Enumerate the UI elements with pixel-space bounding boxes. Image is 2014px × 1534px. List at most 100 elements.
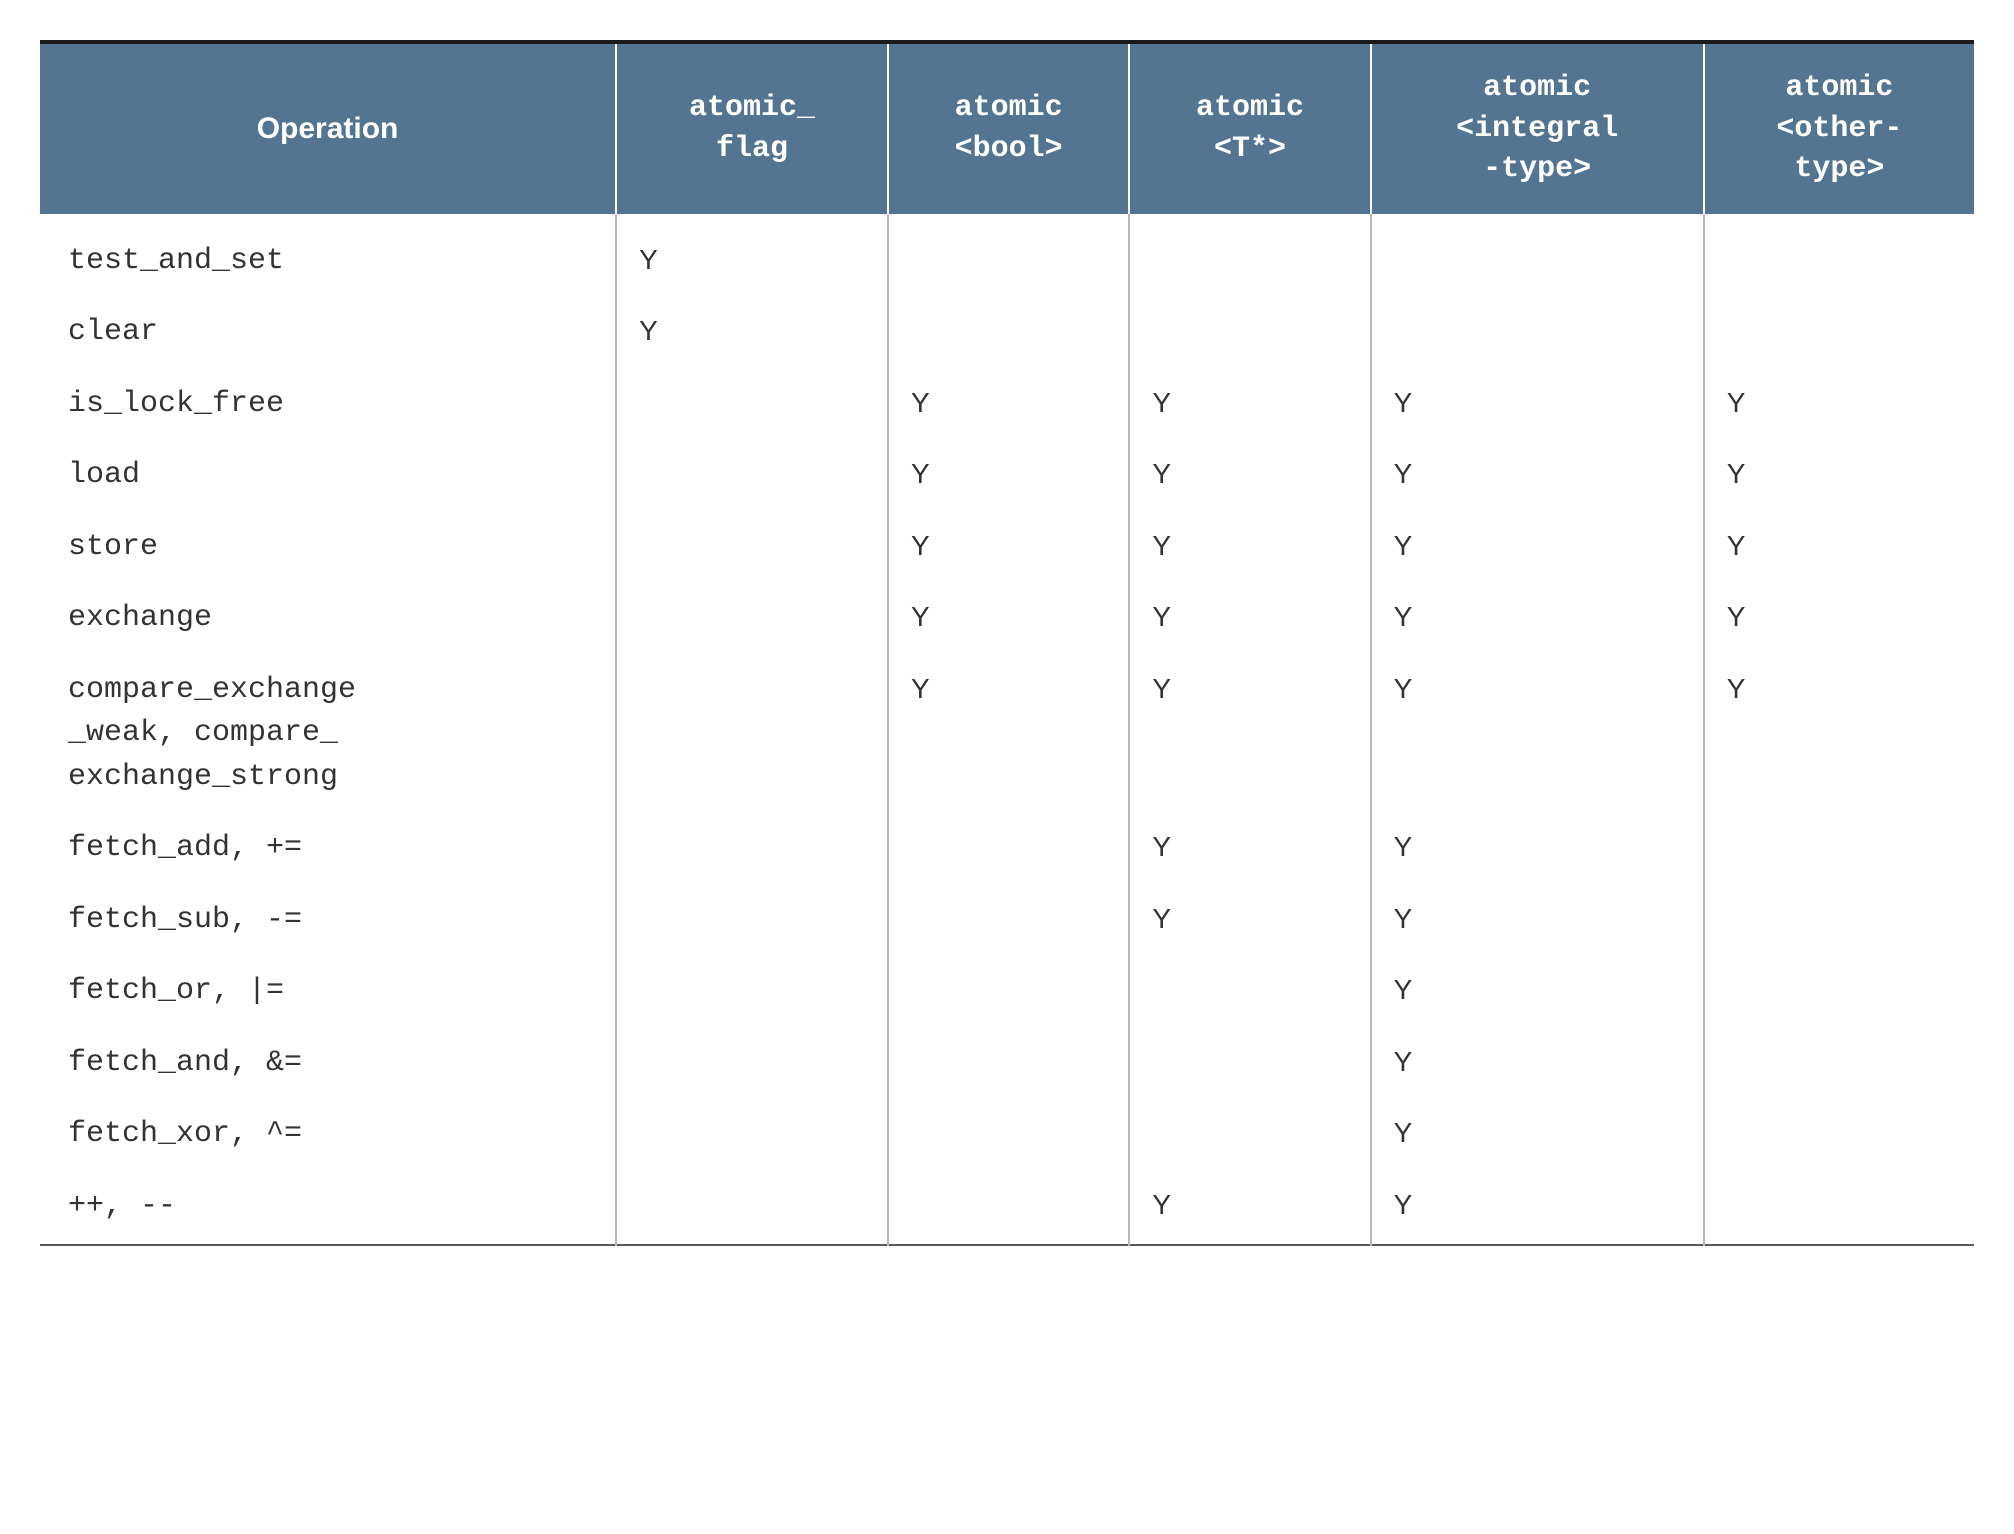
support-cell: [888, 1099, 1129, 1171]
support-cell: Y: [888, 369, 1129, 441]
col-header-atomic-other: atomic <other- type>: [1704, 42, 1974, 214]
support-cell: [1129, 956, 1370, 1028]
support-cell: Y: [1371, 1171, 1704, 1246]
support-cell: [1704, 1171, 1974, 1246]
atomic-operations-table: Operation atomic_ flag atomic <bool> ato…: [40, 40, 1974, 1246]
table-row: fetch_or, |= Y: [40, 956, 1974, 1028]
support-cell: [616, 440, 888, 512]
support-cell: [888, 297, 1129, 369]
support-cell: [1129, 1028, 1370, 1100]
support-cell: [616, 813, 888, 885]
support-cell: [1704, 1099, 1974, 1171]
table-row: fetch_xor, ^= Y: [40, 1099, 1974, 1171]
support-cell: Y: [1371, 512, 1704, 584]
table-row: clearY: [40, 297, 1974, 369]
support-cell: Y: [1371, 369, 1704, 441]
support-cell: Y: [1129, 655, 1370, 814]
support-cell: Y: [616, 297, 888, 369]
support-cell: Y: [1129, 369, 1370, 441]
col-header-atomic-flag: atomic_ flag: [616, 42, 888, 214]
support-cell: Y: [1129, 813, 1370, 885]
support-cell: Y: [1371, 583, 1704, 655]
support-cell: [1704, 813, 1974, 885]
table-body: test_and_setYclearYis_lock_freeYYYYloadY…: [40, 214, 1974, 1246]
operation-cell: fetch_or, |=: [40, 956, 616, 1028]
table-row: fetch_and, &= Y: [40, 1028, 1974, 1100]
support-cell: [1704, 214, 1974, 298]
table-row: storeYYYY: [40, 512, 1974, 584]
col-header-atomic-integral: atomic <integral -type>: [1371, 42, 1704, 214]
support-cell: Y: [1371, 956, 1704, 1028]
support-cell: [616, 655, 888, 814]
table-row: loadYYYY: [40, 440, 1974, 512]
table-row: fetch_sub, -= YY: [40, 885, 1974, 957]
support-cell: Y: [1129, 512, 1370, 584]
support-cell: Y: [1704, 369, 1974, 441]
support-cell: Y: [1129, 885, 1370, 957]
support-cell: Y: [888, 655, 1129, 814]
operation-cell: exchange: [40, 583, 616, 655]
support-cell: [1704, 1028, 1974, 1100]
col-header-operation: Operation: [40, 42, 616, 214]
operation-cell: test_and_set: [40, 214, 616, 298]
table-row: ++, -- YY: [40, 1171, 1974, 1246]
support-cell: Y: [616, 214, 888, 298]
support-cell: Y: [1371, 655, 1704, 814]
operation-cell: is_lock_free: [40, 369, 616, 441]
table-row: exchangeYYYY: [40, 583, 1974, 655]
support-cell: [888, 813, 1129, 885]
support-cell: [888, 1171, 1129, 1246]
support-cell: Y: [1704, 583, 1974, 655]
support-cell: [616, 1028, 888, 1100]
table: Operation atomic_ flag atomic <bool> ato…: [40, 40, 1974, 1246]
support-cell: [888, 885, 1129, 957]
support-cell: Y: [1371, 1028, 1704, 1100]
support-cell: [888, 1028, 1129, 1100]
operation-cell: compare_exchange _weak, compare_ exchang…: [40, 655, 616, 814]
operation-cell: ++, --: [40, 1171, 616, 1246]
support-cell: Y: [1371, 813, 1704, 885]
support-cell: Y: [1371, 1099, 1704, 1171]
support-cell: [616, 1099, 888, 1171]
col-header-atomic-tptr: atomic <T*>: [1129, 42, 1370, 214]
operation-cell: fetch_xor, ^=: [40, 1099, 616, 1171]
table-header-row: Operation atomic_ flag atomic <bool> ato…: [40, 42, 1974, 214]
support-cell: [1371, 214, 1704, 298]
operation-cell: load: [40, 440, 616, 512]
support-cell: Y: [888, 440, 1129, 512]
operation-cell: clear: [40, 297, 616, 369]
support-cell: [616, 885, 888, 957]
support-cell: [888, 956, 1129, 1028]
operation-cell: store: [40, 512, 616, 584]
support-cell: [1129, 297, 1370, 369]
support-cell: [1704, 297, 1974, 369]
support-cell: [616, 583, 888, 655]
support-cell: Y: [888, 512, 1129, 584]
support-cell: [616, 1171, 888, 1246]
support-cell: Y: [1371, 440, 1704, 512]
support-cell: Y: [1129, 1171, 1370, 1246]
support-cell: [1129, 214, 1370, 298]
table-row: compare_exchange _weak, compare_ exchang…: [40, 655, 1974, 814]
support-cell: [616, 369, 888, 441]
operation-cell: fetch_add, +=: [40, 813, 616, 885]
support-cell: Y: [1704, 655, 1974, 814]
support-cell: Y: [1704, 512, 1974, 584]
operation-cell: fetch_and, &=: [40, 1028, 616, 1100]
support-cell: [888, 214, 1129, 298]
support-cell: Y: [1129, 583, 1370, 655]
support-cell: [1704, 885, 1974, 957]
support-cell: Y: [1704, 440, 1974, 512]
support-cell: Y: [1129, 440, 1370, 512]
support-cell: [616, 956, 888, 1028]
col-header-atomic-bool: atomic <bool>: [888, 42, 1129, 214]
support-cell: [616, 512, 888, 584]
table-header: Operation atomic_ flag atomic <bool> ato…: [40, 42, 1974, 214]
table-row: is_lock_freeYYYY: [40, 369, 1974, 441]
support-cell: Y: [1371, 885, 1704, 957]
operation-cell: fetch_sub, -=: [40, 885, 616, 957]
support-cell: [1704, 956, 1974, 1028]
table-row: fetch_add, += YY: [40, 813, 1974, 885]
support-cell: [1129, 1099, 1370, 1171]
table-row: test_and_setY: [40, 214, 1974, 298]
